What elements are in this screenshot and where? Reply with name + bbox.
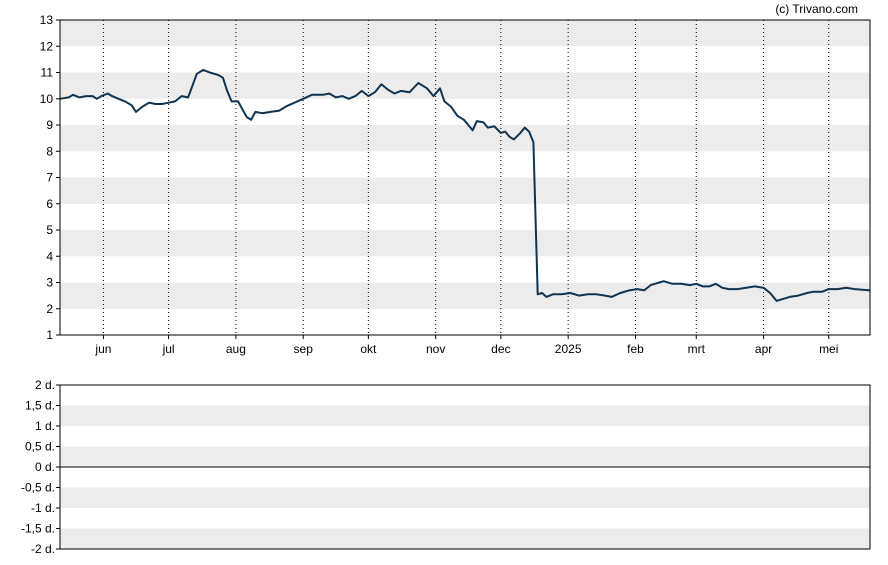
indicator-chart-background-bands xyxy=(60,405,870,549)
y-tick-label: 3 xyxy=(46,276,53,290)
x-tick-label: okt xyxy=(360,342,377,356)
x-tick-label: sep xyxy=(294,342,314,356)
x-tick-label: aug xyxy=(226,342,246,356)
y-tick-label: 2 xyxy=(46,302,53,316)
indicator-y-tick-label: 1 d. xyxy=(35,419,55,433)
x-tick-label: 2025 xyxy=(555,342,582,356)
indicator-band xyxy=(60,528,870,549)
indicator-y-tick-label: -0,5 d. xyxy=(21,481,55,495)
x-tick-label: jul xyxy=(162,342,175,356)
indicator-band xyxy=(60,487,870,508)
price-chart-background-bands xyxy=(60,20,870,309)
indicator-band xyxy=(60,405,870,426)
indicator-y-tick-label: -2 d. xyxy=(31,542,55,556)
indicator-y-tick-label: 0,5 d. xyxy=(25,440,55,454)
indicator-y-tick-label: 0 d. xyxy=(35,460,55,474)
x-tick-label: mei xyxy=(819,342,838,356)
y-tick-label: 11 xyxy=(41,66,54,80)
y-tick-label: 6 xyxy=(46,197,53,211)
y-tick-label: 4 xyxy=(46,249,53,263)
indicator-y-tick-label: 1,5 d. xyxy=(25,399,55,413)
indicator-chart-y-axis: 2 d. 1,5 d. 1 d. 0,5 d. 0 d. -0,5 d. -1 d. -1,5… xyxy=(21,378,60,556)
y-tick-label: 1 xyxy=(46,328,53,342)
y-tick-label: 5 xyxy=(46,223,53,237)
indicator-band xyxy=(60,446,870,467)
indicator-y-tick-label: -1,5 d. xyxy=(21,522,55,536)
x-tick-label: jun xyxy=(94,342,111,356)
x-tick-label: dec xyxy=(491,342,510,356)
price-band xyxy=(60,230,870,257)
y-tick-label: 12 xyxy=(40,39,54,53)
price-chart-y-axis: 12345678910111213 xyxy=(40,13,60,342)
y-tick-label: 13 xyxy=(40,13,54,27)
price-chart-x-axis: jun jul aug sep okt nov dec 2025 feb mrt apr mei xyxy=(94,335,838,356)
price-band xyxy=(60,177,870,204)
x-tick-label: apr xyxy=(755,342,772,356)
x-tick-label: feb xyxy=(627,342,644,356)
y-tick-label: 9 xyxy=(46,118,53,132)
y-tick-label: 7 xyxy=(46,171,53,185)
indicator-y-tick-label: -1 d. xyxy=(31,501,55,515)
price-band xyxy=(60,20,870,47)
x-tick-label: nov xyxy=(426,342,445,356)
copyright-label: (c) Trivano.com xyxy=(775,2,858,16)
y-tick-label: 10 xyxy=(40,92,54,106)
price-band xyxy=(60,72,870,99)
price-band xyxy=(60,125,870,152)
chart-canvas: 12345678910111213 jun jul aug sep okt nov dec 2… xyxy=(21,2,871,556)
y-tick-label: 8 xyxy=(46,144,53,158)
x-tick-label: mrt xyxy=(688,342,706,356)
indicator-y-tick-label: 2 d. xyxy=(35,378,55,392)
